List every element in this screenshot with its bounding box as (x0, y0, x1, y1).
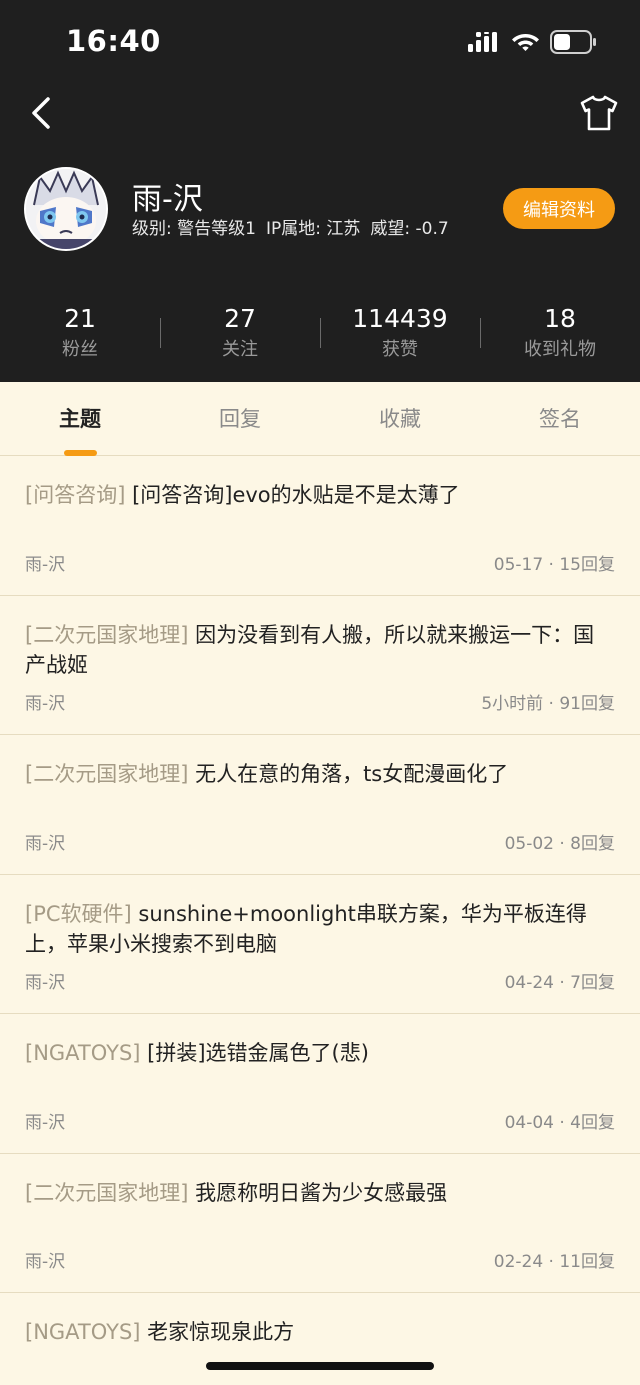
topic-item[interactable]: [二次元国家地理] 因为没看到有人搬，所以就来搬运一下：国产战姬 雨-沢 5小时… (0, 596, 640, 735)
stat-label: 收到礼物 (524, 339, 596, 360)
stat-value: 21 (64, 304, 96, 333)
topic-item[interactable]: [PC软硬件] sunshine+moonlight串联方案，华为平板连得上，苹… (0, 875, 640, 1014)
profile-header: 16:40 雨-沢 级别: 警告等级1 IP属地: 江苏 威望: -0.7 编辑… (0, 0, 640, 382)
topic-author: 雨-沢 (25, 554, 66, 575)
stat-label: 粉丝 (62, 339, 98, 360)
topic-category[interactable]: [NGATOYS] (25, 1320, 140, 1344)
topic-author: 雨-沢 (25, 973, 66, 993)
topic-meta: 02-24 · 11回复 (493, 1252, 615, 1272)
topic-item[interactable]: [NGATOYS] [拼装]选错金属色了(悲) 雨-沢 04-04 · 4回复 (0, 1014, 640, 1154)
stats-row: 21 粉丝 27 关注 114439 获赞 18 收到礼物 (0, 300, 640, 370)
user-level: 级别: 警告等级1 (132, 219, 256, 239)
topic-author: 雨-沢 (25, 1112, 66, 1133)
shirt-icon[interactable] (580, 95, 618, 131)
tab-signature[interactable]: 签名 (480, 382, 640, 455)
ip-location: IP属地: 江苏 (265, 219, 361, 239)
topic-title: [二次元国家地理] 无人在意的角落，ts女配漫画化了 (25, 759, 615, 789)
topic-meta: 05-17 · 15回复 (493, 554, 615, 575)
topic-item[interactable]: [问答咨询] [问答咨询]evo的水贴是不是太薄了 雨-沢 05-17 · 15… (0, 456, 640, 596)
topic-author: 雨-沢 (25, 694, 66, 714)
stat-followers[interactable]: 21 粉丝 (0, 300, 160, 370)
tab-replies[interactable]: 回复 (160, 382, 320, 455)
topic-title: [NGATOYS] 老家惊现泉此方 (25, 1317, 615, 1347)
avatar-image (26, 169, 106, 249)
tab-topics[interactable]: 主题 (0, 382, 160, 455)
topic-category[interactable]: [二次元国家地理] (25, 762, 188, 786)
stat-value: 18 (544, 304, 576, 333)
topic-title-text: 老家惊现泉此方 (147, 1320, 295, 1344)
topic-meta: 05-02 · 8回复 (504, 833, 615, 854)
prestige: 威望: -0.7 (370, 219, 449, 239)
stat-gifts[interactable]: 18 收到礼物 (480, 300, 640, 370)
battery-icon (550, 30, 596, 54)
topic-item[interactable]: [NGATOYS] 老家惊现泉此方 (0, 1293, 640, 1385)
stat-value: 114439 (352, 304, 448, 333)
tab-favorites[interactable]: 收藏 (320, 382, 480, 455)
edit-profile-button[interactable]: 编辑资料 (503, 188, 615, 229)
status-time: 16:40 (66, 24, 161, 58)
topic-title: [二次元国家地理] 我愿称明日酱为少女感最强 (25, 1178, 615, 1208)
stat-label: 关注 (222, 339, 258, 360)
topic-title-text: [拼装]选错金属色了(悲) (147, 1041, 369, 1065)
tab-bar: 主题 回复 收藏 签名 (0, 382, 640, 456)
username: 雨-沢 (132, 182, 203, 217)
topic-title-text: 无人在意的角落，ts女配漫画化了 (195, 762, 509, 786)
topic-list: [问答咨询] [问答咨询]evo的水贴是不是太薄了 雨-沢 05-17 · 15… (0, 456, 640, 1385)
back-icon[interactable] (28, 96, 56, 130)
status-bar: 16:40 (0, 0, 640, 84)
signal-icon (468, 32, 497, 52)
topic-title-text: [问答咨询]evo的水贴是不是太薄了 (132, 483, 460, 507)
wifi-icon (512, 34, 539, 51)
stat-following[interactable]: 27 关注 (160, 300, 320, 370)
topic-meta: 5小时前 · 91回复 (481, 694, 615, 714)
profile-meta: 级别: 警告等级1 IP属地: 江苏 威望: -0.7 (132, 214, 459, 239)
topic-category[interactable]: [NGATOYS] (25, 1041, 140, 1065)
avatar[interactable] (24, 167, 108, 251)
topic-title: [PC软硬件] sunshine+moonlight串联方案，华为平板连得上，苹… (25, 899, 615, 959)
topic-title: [二次元国家地理] 因为没看到有人搬，所以就来搬运一下：国产战姬 (25, 620, 615, 680)
stat-label: 获赞 (382, 339, 418, 360)
topic-item[interactable]: [二次元国家地理] 我愿称明日酱为少女感最强 雨-沢 02-24 · 11回复 (0, 1154, 640, 1293)
topic-title: [问答咨询] [问答咨询]evo的水贴是不是太薄了 (25, 480, 615, 510)
topic-meta: 04-24 · 7回复 (504, 973, 615, 993)
topic-category[interactable]: [PC软硬件] (25, 902, 132, 926)
topic-author: 雨-沢 (25, 833, 66, 854)
topic-title: [NGATOYS] [拼装]选错金属色了(悲) (25, 1038, 615, 1068)
home-indicator[interactable] (206, 1362, 434, 1370)
topic-category[interactable]: [问答咨询] (25, 483, 125, 507)
stat-value: 27 (224, 304, 256, 333)
topic-category[interactable]: [二次元国家地理] (25, 1181, 188, 1205)
topic-title-text: 我愿称明日酱为少女感最强 (195, 1180, 448, 1205)
topic-meta: 04-04 · 4回复 (504, 1112, 615, 1133)
topic-author: 雨-沢 (25, 1252, 66, 1272)
topic-item[interactable]: [二次元国家地理] 无人在意的角落，ts女配漫画化了 雨-沢 05-02 · 8… (0, 735, 640, 875)
topic-category[interactable]: [二次元国家地理] (25, 623, 188, 647)
stat-likes[interactable]: 114439 获赞 (320, 300, 480, 370)
